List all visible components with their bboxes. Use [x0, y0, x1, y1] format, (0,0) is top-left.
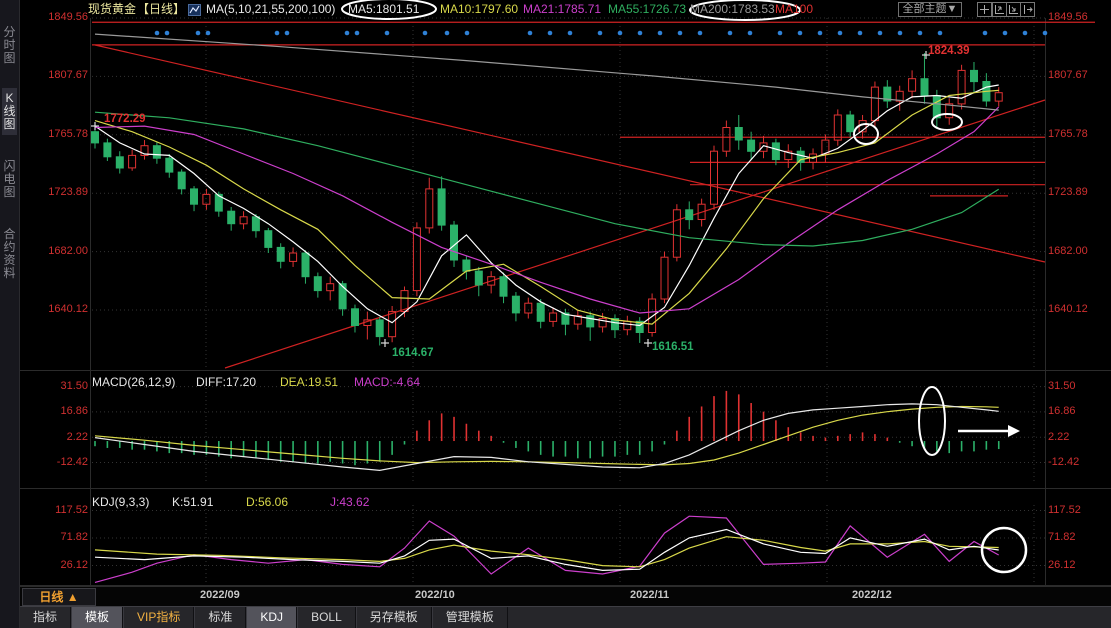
date-tick-label: 2022/09: [200, 589, 240, 601]
price-tick-label: 1765.78: [38, 128, 88, 141]
price-tick-label: 1807.67: [1048, 69, 1102, 82]
trading-app: { "header": { "symbol": "现货黄金", "period_…: [0, 0, 1111, 628]
date-tick-label: 2022/11: [630, 589, 669, 601]
toolbar-item-save-template[interactable]: 另存模板: [356, 607, 432, 628]
kdj-tick-label: 71.82: [38, 531, 88, 544]
price-tick-label: 1682.00: [38, 245, 88, 258]
kdj-tick-label: 26.12: [1048, 559, 1102, 572]
svg-text:1824.39: 1824.39: [928, 45, 970, 57]
kdj-tick-label: 117.52: [38, 504, 88, 517]
ma5-value: MA5:1801.51: [348, 2, 419, 16]
macd-tick-label: 16.86: [38, 405, 88, 418]
date-tick-label: 2022/12: [852, 589, 892, 601]
toolbar-item-kdj[interactable]: KDJ: [246, 607, 297, 628]
price-tick-label: 1807.67: [38, 69, 88, 82]
toolbar-item-standard[interactable]: 标准: [194, 607, 246, 628]
sidebar-item-contract-info[interactable]: 合约资料: [2, 228, 17, 280]
macd-tick-label: 2.22: [38, 431, 88, 444]
toolbar-item-templates[interactable]: 模板: [71, 607, 123, 628]
toolbar-item-indicators[interactable]: 指标: [19, 607, 71, 628]
macd-hist-value: MACD:-4.64: [354, 375, 420, 389]
svg-text:1616.51: 1616.51: [652, 341, 694, 353]
toolbar-item-vip-indicators[interactable]: VIP指标: [123, 607, 194, 628]
collapse-right-icon[interactable]: [1020, 2, 1035, 17]
kdj-k-value: K:51.91: [172, 495, 213, 509]
kdj-tick-label: 26.12: [38, 559, 88, 572]
y-axis-scale-icon[interactable]: [992, 2, 1007, 17]
svg-text:1614.67: 1614.67: [392, 347, 434, 359]
macd-tick-label: 16.86: [1048, 405, 1102, 418]
price-tick-label: 1723.89: [38, 186, 88, 199]
kdj-tick-label: 71.82: [1048, 531, 1102, 544]
ma21-value: MA21:1785.71: [523, 2, 601, 16]
period-tag: 【日线】: [137, 2, 185, 16]
macd-tick-label: -12.42: [1048, 456, 1102, 469]
toolbar-item-manage-template[interactable]: 管理模板: [432, 607, 508, 628]
price-tick-label: 1765.78: [1048, 128, 1102, 141]
kdj-tick-label: 117.52: [1048, 504, 1102, 517]
kdj-title: KDJ(9,3,3): [92, 495, 149, 509]
ma55-value: MA55:1726.73: [608, 2, 686, 16]
ma-group-label: MA(5,10,21,55,200,100): [206, 2, 335, 16]
ma100-label: MA100: [775, 2, 813, 16]
macd-tick-label: -12.42: [38, 456, 88, 469]
kline-icon: [188, 3, 201, 21]
sidebar-item-lightning[interactable]: 闪电图: [2, 160, 17, 199]
price-tick-label: 1640.12: [1048, 303, 1102, 316]
price-tick-label: 1849.56: [1048, 11, 1102, 24]
kdj-j-value: J:43.62: [330, 495, 369, 509]
period-selector-tab[interactable]: 日线 ▲: [22, 588, 96, 606]
x-axis-scale-icon[interactable]: [1006, 2, 1021, 17]
crosshair-icon[interactable]: [977, 2, 992, 17]
chart-canvas[interactable]: 1772.29 1614.67 1616.51 1824.39: [0, 0, 1111, 628]
price-tick-label: 1723.89: [1048, 186, 1102, 199]
price-tick-label: 1640.12: [38, 303, 88, 316]
macd-tick-label: 2.22: [1048, 431, 1102, 444]
ma10-value: MA10:1797.60: [440, 2, 518, 16]
macd-diff-value: DIFF:17.20: [196, 375, 256, 389]
indicator-toolbar: 指标 模板 VIP指标 标准 KDJ BOLL 另存模板 管理模板: [19, 606, 1111, 628]
period-label: 日线: [39, 590, 63, 604]
sidebar: 分时图 K线图 闪电图 合约资料: [0, 0, 20, 628]
macd-title: MACD(26,12,9): [92, 375, 175, 389]
date-tick-label: 2022/10: [415, 589, 455, 601]
sidebar-item-kline[interactable]: K线图: [2, 88, 17, 135]
collapse-arrow-icon: ▲: [67, 590, 79, 604]
macd-tick-label: 31.50: [38, 380, 88, 393]
kdj-d-value: D:56.06: [246, 495, 288, 509]
macd-tick-label: 31.50: [1048, 380, 1102, 393]
sidebar-item-timeshare[interactable]: 分时图: [2, 26, 17, 65]
price-tick-label: 1682.00: [1048, 245, 1102, 258]
price-tick-label: 1849.56: [38, 11, 88, 24]
theme-dropdown-button[interactable]: 全部主题▼: [898, 2, 962, 17]
ma200-value: MA200:1783.53: [690, 2, 775, 16]
symbol-title: 现货黄金: [88, 2, 136, 16]
svg-text:1772.29: 1772.29: [104, 113, 146, 125]
macd-dea-value: DEA:19.51: [280, 375, 338, 389]
date-axis-strip: 日线 ▲: [19, 586, 1111, 607]
toolbar-item-boll[interactable]: BOLL: [297, 607, 356, 628]
